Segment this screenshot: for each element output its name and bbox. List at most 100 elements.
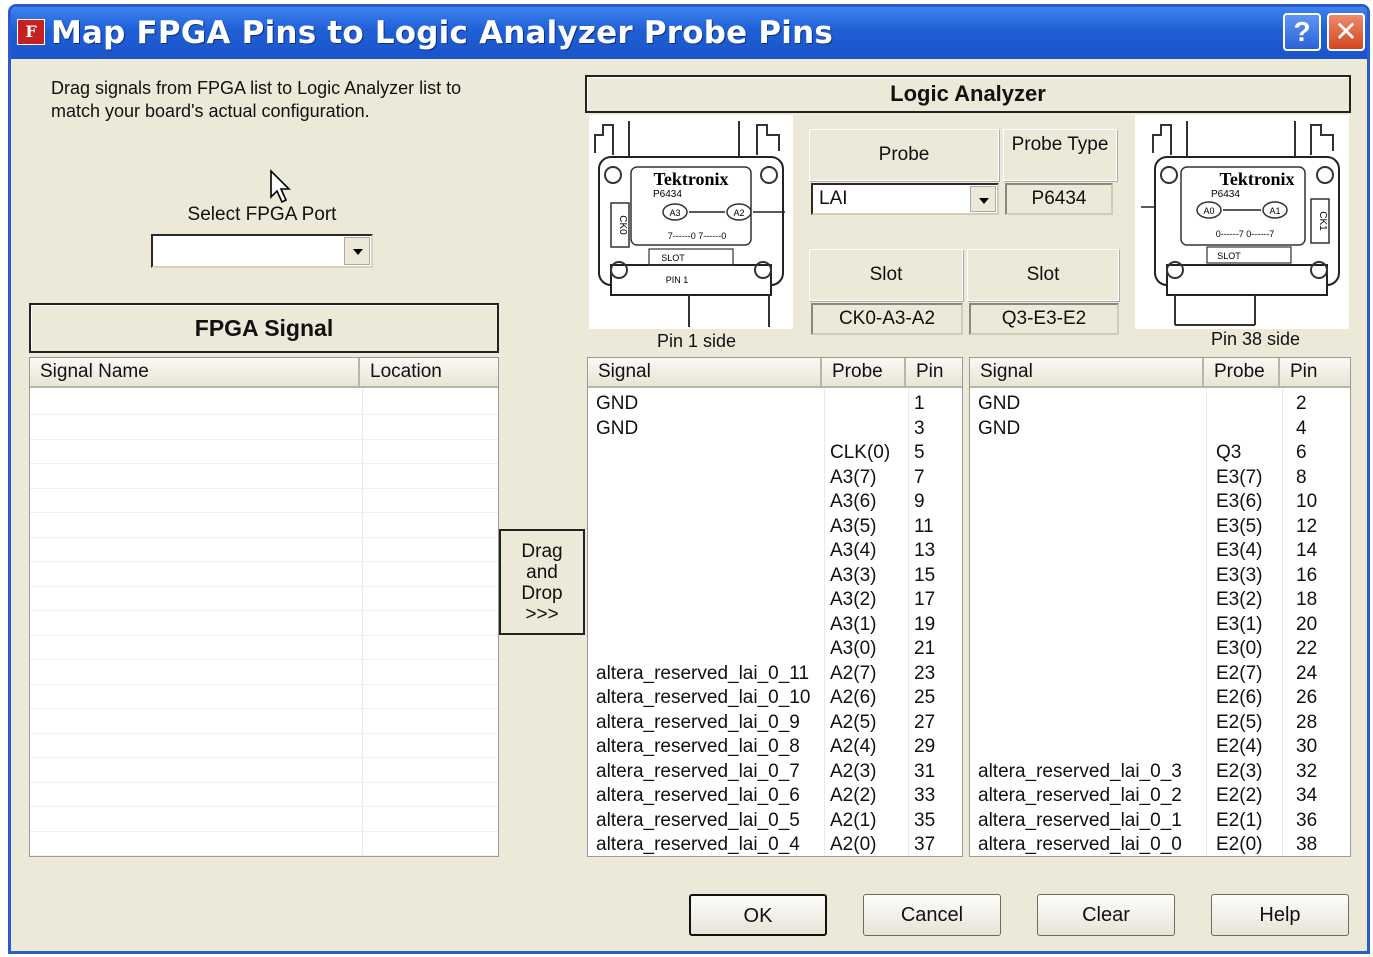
cell-probe: A3(7) [830, 466, 877, 488]
table-row[interactable]: E2(7) 24 [970, 662, 1350, 686]
grid-line [30, 634, 498, 636]
a3-label: A3 [669, 208, 680, 218]
table-row[interactable]: altera_reserved_lai_0_3 E2(3) 32 [970, 760, 1350, 784]
cell-probe: A2(0) [830, 834, 877, 855]
column-signal[interactable]: Signal [970, 358, 1204, 388]
grid-line [30, 732, 498, 734]
cell-pin: 27 [914, 711, 936, 733]
fpga-signal-list[interactable]: Signal Name Location [29, 357, 499, 857]
probe-model-label: P6434 [653, 189, 682, 200]
table-row[interactable]: E3(0) 22 [970, 637, 1350, 661]
table-row[interactable]: A3(2) 17 [588, 588, 962, 612]
window-title: Map FPGA Pins to Logic Analyzer Probe Pi… [51, 15, 834, 51]
ok-button[interactable]: OK [689, 894, 827, 936]
table-row[interactable]: altera_reserved_lai_0_7 A2(3) 31 [588, 760, 962, 784]
table-row[interactable]: altera_reserved_lai_0_10 A2(6) 25 [588, 686, 962, 710]
pin1-connector-icon: CK0 Tektronix P6434 A3 A2 7------0 7----… [589, 115, 793, 329]
cell-pin: 5 [914, 442, 925, 463]
table-row[interactable]: altera_reserved_lai_0_4 A2(0) 37 [588, 833, 962, 856]
table-row[interactable]: A3(7) 7 [588, 466, 962, 490]
table-row[interactable]: E3(1) 20 [970, 613, 1350, 637]
help-button[interactable]: Help [1211, 894, 1349, 936]
grid-line [30, 830, 498, 832]
cell-pin: 9 [914, 491, 925, 512]
probe-type-value: P6434 [1005, 183, 1113, 215]
table-row[interactable]: A3(3) 15 [588, 564, 962, 588]
cell-signal: altera_reserved_lai_0_5 [596, 809, 800, 831]
cancel-button[interactable]: Cancel [863, 894, 1001, 936]
slot-left-value: CK0-A3-A2 [811, 303, 963, 335]
cell-pin: 7 [914, 466, 925, 488]
pin1-side-table[interactable]: Signal Probe Pin GND 1 GND 3 CLK(0) 5 A3(7) 7 A3… [587, 357, 963, 857]
table-row[interactable]: GND 1 [588, 392, 962, 416]
column-pin[interactable]: Pin [906, 358, 962, 388]
table-row[interactable]: altera_reserved_lai_0_5 A2(1) 35 [588, 809, 962, 833]
column-pin[interactable]: Pin [1280, 358, 1350, 388]
table-row[interactable]: altera_reserved_lai_0_0 E2(0) 38 [970, 833, 1350, 856]
cell-pin: 16 [1296, 564, 1318, 586]
cell-pin: 3 [914, 417, 925, 439]
column-probe[interactable]: Probe [822, 358, 906, 388]
table-row[interactable]: GND 2 [970, 392, 1350, 416]
cell-probe: A2(2) [830, 785, 877, 806]
table-row[interactable]: A3(1) 19 [588, 613, 962, 637]
table-row[interactable]: E2(5) 28 [970, 711, 1350, 735]
clear-button[interactable]: Clear [1037, 894, 1175, 936]
cell-signal: altera_reserved_lai_0_0 [978, 834, 1182, 855]
table-row[interactable]: A3(0) 21 [588, 637, 962, 661]
table-row[interactable]: altera_reserved_lai_0_9 A2(5) 27 [588, 711, 962, 735]
table-row[interactable]: A3(5) 11 [588, 515, 962, 539]
cell-signal: altera_reserved_lai_0_4 [596, 834, 800, 855]
fpga-list-header: Signal Name Location [30, 358, 498, 388]
table-row[interactable]: CLK(0) 5 [588, 441, 962, 465]
table-row[interactable]: A3(6) 9 [588, 490, 962, 514]
table-row[interactable]: GND 3 [588, 417, 962, 441]
help-title-button[interactable]: ? [1283, 13, 1321, 51]
table-row[interactable]: E3(7) 8 [970, 466, 1350, 490]
table-row[interactable]: E2(4) 30 [970, 735, 1350, 759]
select-fpga-port-label: Select FPGA Port [187, 204, 337, 225]
table-row[interactable]: GND 4 [970, 417, 1350, 441]
table-row[interactable]: altera_reserved_lai_0_2 E2(2) 34 [970, 784, 1350, 808]
cell-probe: E3(4) [1216, 540, 1263, 561]
title-bar[interactable]: F Map FPGA Pins to Logic Analyzer Probe … [11, 7, 1367, 59]
pin38-side-table[interactable]: Signal Probe Pin GND 2 GND 4 Q3 6 E3(7) 8 E3(6) 1… [969, 357, 1351, 857]
table-row[interactable]: A3(4) 13 [588, 539, 962, 563]
column-signal[interactable]: Signal [588, 358, 822, 388]
cell-probe: A2(6) [830, 687, 877, 708]
column-probe[interactable]: Probe [1204, 358, 1280, 388]
cell-pin: 33 [914, 785, 936, 806]
cell-pin: 14 [1296, 540, 1318, 561]
fpga-port-dropdown[interactable] [151, 234, 373, 268]
cell-probe: E3(6) [1216, 491, 1263, 512]
cell-pin: 6 [1296, 442, 1307, 463]
grid-line [30, 585, 498, 587]
table-row[interactable]: E3(2) 18 [970, 588, 1350, 612]
column-location[interactable]: Location [360, 358, 498, 388]
table-row[interactable]: E3(6) 10 [970, 490, 1350, 514]
table-row[interactable]: altera_reserved_lai_0_11 A2(7) 23 [588, 662, 962, 686]
cell-pin: 20 [1296, 613, 1318, 635]
chevron-down-icon[interactable] [970, 186, 996, 212]
cell-signal: altera_reserved_lai_0_11 [596, 662, 810, 684]
column-signal-name[interactable]: Signal Name [30, 358, 360, 388]
left-table-header: Signal Probe Pin [588, 358, 962, 388]
table-row[interactable]: Q3 6 [970, 441, 1350, 465]
grid-line [30, 561, 498, 562]
table-row[interactable]: E3(5) 12 [970, 515, 1350, 539]
table-row[interactable]: E3(4) 14 [970, 539, 1350, 563]
table-row[interactable]: E3(3) 16 [970, 564, 1350, 588]
cell-signal: altera_reserved_lai_0_6 [596, 785, 800, 806]
table-row[interactable]: altera_reserved_lai_0_1 E2(1) 36 [970, 809, 1350, 833]
chevron-down-icon[interactable] [344, 237, 370, 265]
cell-pin: 31 [914, 760, 936, 782]
grid-line [30, 610, 498, 611]
close-button[interactable]: ✕ [1327, 13, 1365, 51]
probe-dropdown[interactable]: LAI [811, 183, 999, 215]
cell-probe: A3(1) [830, 613, 877, 635]
table-row[interactable]: E2(6) 26 [970, 686, 1350, 710]
cell-pin: 2 [1296, 393, 1307, 414]
cell-probe: A3(3) [830, 564, 877, 586]
table-row[interactable]: altera_reserved_lai_0_8 A2(4) 29 [588, 735, 962, 759]
table-row[interactable]: altera_reserved_lai_0_6 A2(2) 33 [588, 784, 962, 808]
